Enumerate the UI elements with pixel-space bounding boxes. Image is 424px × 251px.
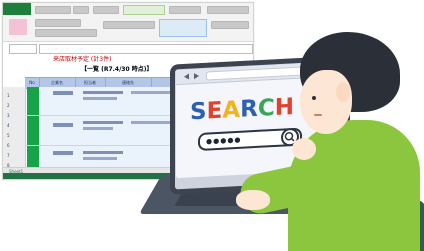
font-row-2[interactable]	[35, 19, 81, 27]
row-number: 1	[7, 93, 10, 98]
person-mouth	[314, 114, 322, 116]
file-tab[interactable]	[3, 3, 31, 15]
cell-styles[interactable]	[159, 19, 207, 37]
row-number: 3	[7, 113, 10, 118]
name-box[interactable]	[9, 44, 37, 54]
formula-bar[interactable]	[39, 44, 253, 54]
back-arrow-icon[interactable]	[184, 73, 189, 80]
editing-buttons[interactable]	[207, 6, 249, 14]
cell-content	[83, 97, 117, 100]
search-letter: S	[190, 98, 207, 126]
row-number: 2	[7, 103, 10, 108]
style-gallery[interactable]	[123, 5, 165, 15]
highlight-column	[27, 87, 39, 173]
cell-content	[131, 121, 175, 124]
cell-content	[83, 91, 123, 94]
align-buttons[interactable]	[93, 6, 119, 14]
person-hand	[236, 190, 270, 210]
ribbon-toolbar	[3, 3, 253, 42]
row-number: 6	[7, 143, 10, 148]
search-letter: C	[257, 94, 275, 122]
cell-content	[83, 121, 123, 124]
font-box[interactable]	[35, 6, 71, 14]
search-letter: R	[240, 95, 258, 123]
cell-content	[53, 91, 73, 95]
search-letter: E	[206, 97, 223, 125]
row-number: 4	[7, 123, 10, 128]
person-hand	[292, 138, 316, 160]
search-input-value: ●●●●●	[206, 135, 242, 146]
search-letter: A	[222, 96, 241, 124]
person-ear	[336, 82, 350, 102]
cell-content	[53, 151, 73, 155]
sort-filter[interactable]	[211, 21, 249, 29]
person-eye	[312, 96, 316, 100]
forward-arrow-icon[interactable]	[194, 72, 199, 80]
cell-content	[83, 151, 123, 154]
font-row-3[interactable]	[35, 29, 97, 37]
row-number: 5	[7, 133, 10, 138]
row-numbers: 1 2 3 4 5 6 7 8	[3, 87, 26, 173]
paste-icon[interactable]	[9, 19, 27, 35]
insert-buttons[interactable]	[169, 6, 201, 14]
cell-content	[83, 157, 117, 160]
sheet-title: 【一覧 (R7.4/30 時点)】	[81, 66, 153, 73]
row-number: 7	[7, 153, 10, 158]
cell-content	[83, 127, 113, 130]
search-letter: H	[274, 93, 294, 121]
number-format[interactable]	[103, 21, 155, 29]
person-face	[300, 70, 352, 134]
cell-content	[53, 123, 73, 127]
font-size-box[interactable]	[73, 6, 89, 14]
